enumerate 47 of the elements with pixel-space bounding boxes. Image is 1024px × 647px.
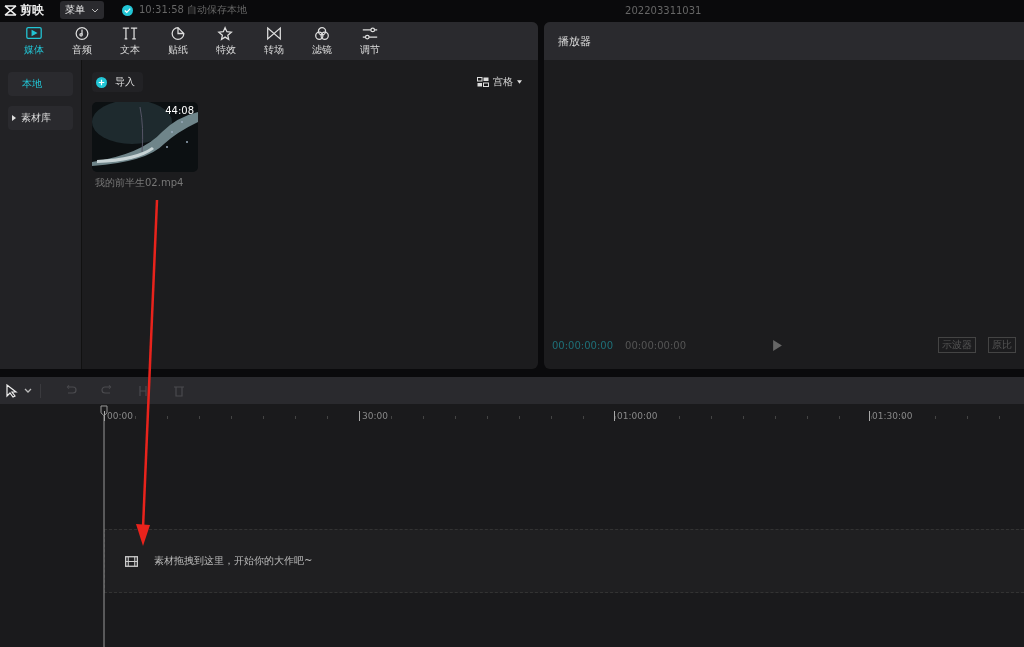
save-status: 10:31:58 自动保存本地 (139, 3, 248, 17)
play-icon[interactable] (772, 339, 782, 351)
split-icon[interactable] (137, 384, 149, 397)
player-title: 播放器 (558, 33, 591, 49)
tab[interactable]: 特效 (202, 22, 250, 60)
clip-duration: 44:08 (165, 105, 194, 116)
menu-dropdown[interactable]: 菜单 (60, 1, 104, 19)
clip-filename: 我的前半生02.mp4 (95, 176, 185, 190)
tab[interactable]: 转场 (250, 22, 298, 60)
ruler-label: 00:00 (104, 411, 133, 421)
text-icon (121, 25, 139, 41)
chevron-icon (91, 7, 99, 13)
circles-icon (313, 25, 331, 41)
ruler-label: 01:00:00 (614, 411, 658, 421)
tab[interactable]: 滤镜 (298, 22, 346, 60)
tab[interactable]: 文本 (106, 22, 154, 60)
star-icon (217, 25, 235, 41)
pointer-icon[interactable] (6, 383, 18, 398)
sticker-icon (169, 25, 187, 41)
sliders-icon (361, 25, 379, 41)
play-screen-icon (25, 25, 43, 41)
ruler-label: 30:00 (359, 411, 388, 421)
drop-hint: 素材拖拽到这里，开始你的大作吧~ (154, 554, 313, 568)
logo-icon (4, 4, 17, 16)
plus-icon (96, 76, 107, 88)
tab[interactable]: 贴纸 (154, 22, 202, 60)
music-note-icon (73, 25, 91, 41)
caret-icon (12, 115, 16, 121)
tab[interactable]: 媒体 (10, 22, 58, 60)
view-toggle[interactable]: 宫格 (471, 74, 528, 90)
redo-icon[interactable] (101, 384, 113, 397)
chevron-icon[interactable] (24, 388, 32, 393)
check-icon (122, 4, 133, 16)
bowtie-icon (265, 25, 283, 41)
ruler-label: 01:30:00 (869, 411, 913, 421)
sidebar-item[interactable]: 本地 (8, 72, 73, 96)
film-icon (125, 555, 138, 567)
current-time: 00:00:00:00 (552, 339, 613, 351)
caret-icon (517, 80, 522, 84)
tab[interactable]: 调节 (346, 22, 394, 60)
grid-icon (477, 77, 489, 87)
import-button[interactable]: 导入 (92, 72, 143, 92)
tab[interactable]: 音频 (58, 22, 106, 60)
sidebar-item[interactable]: 素材库 (8, 106, 73, 130)
playhead[interactable] (100, 405, 108, 647)
app-name: 剪映 (20, 1, 44, 19)
project-title: 202203311031 (625, 4, 702, 16)
